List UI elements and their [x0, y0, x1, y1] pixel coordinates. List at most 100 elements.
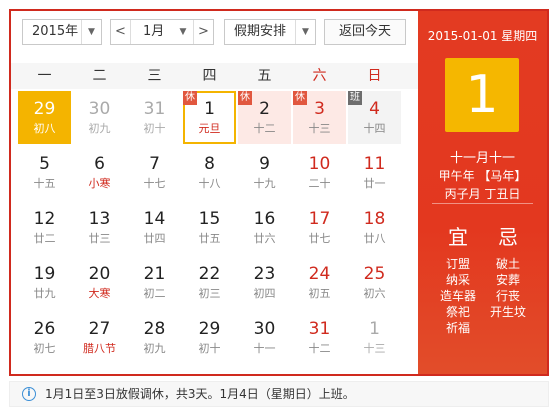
calendar-day-cell[interactable]: 6 小寒	[73, 146, 126, 199]
weekday-label: 四	[202, 68, 217, 84]
lunar-day: 廿三	[88, 232, 111, 245]
weekday-label: 二	[92, 68, 107, 84]
holiday-notice-text: 1月1日至3日放假调休，共3天。1月4日（星期日）上班。	[45, 387, 355, 401]
lunar-day: 初六	[363, 287, 386, 300]
calendar-week-row: 5 十五 6 小寒 7 十七 8 十八 9 十九 10 二十 11 廿一	[12, 146, 417, 201]
calendar-day-cell[interactable]: 20 大寒	[73, 256, 126, 309]
month-select[interactable]: < 1月 ▼ >	[110, 19, 214, 45]
big-day-number: 1	[445, 58, 519, 132]
lunar-day: 十四	[363, 122, 386, 135]
calendar-day-cell[interactable]: 17 廿七	[293, 201, 346, 254]
calendar-day-cell[interactable]: 19 廿九	[18, 256, 71, 309]
calendar-widget: 2015年 ▼ < 1月 ▼ > 假期安排 ▼ 返回今天 一 二 三 四 五 六 日 29 初…	[9, 9, 549, 376]
calendar-day-cell[interactable]: 班 4 十四	[348, 91, 401, 144]
calendar-day-cell[interactable]: 休 3 十三	[293, 91, 346, 144]
calendar-day-cell[interactable]: 11 廿一	[348, 146, 401, 199]
year-select[interactable]: 2015年 ▼	[22, 19, 102, 45]
calendar-day-cell[interactable]: 12 廿二	[18, 201, 71, 254]
calendar-week-row: 12 廿二 13 廿三 14 廿四 15 廿五 16 廿六 17 廿七 18 廿八	[12, 201, 417, 256]
lunar-day: 初九	[88, 122, 111, 135]
calendar-day-cell[interactable]: 31 十二	[293, 311, 346, 364]
selected-date-line: 2015-01-01 星期四	[427, 29, 538, 43]
lunar-day: 初十	[143, 122, 166, 135]
calendar-toolbar: 2015年 ▼ < 1月 ▼ > 假期安排 ▼ 返回今天	[11, 11, 418, 59]
calendar-day-cell[interactable]: 1 十三	[348, 311, 401, 364]
lunar-day: 廿四	[143, 232, 166, 245]
weekday-label: 五	[257, 68, 272, 84]
yi-item: 造车器	[439, 289, 476, 303]
ji-item: 破土	[495, 257, 520, 271]
calendar-day-cell[interactable]: 15 廿五	[183, 201, 236, 254]
calendar-main: 2015年 ▼ < 1月 ▼ > 假期安排 ▼ 返回今天 一 二 三 四 五 六 日 29 初…	[11, 11, 418, 374]
lunar-day: 廿一	[363, 177, 386, 190]
calendar-day-cell[interactable]: 30 十一	[238, 311, 291, 364]
calendar-day-cell[interactable]: 21 初二	[128, 256, 181, 309]
calendar-day-cell[interactable]: 10 二十	[293, 146, 346, 199]
calendar-day-cell[interactable]: 5 十五	[18, 146, 71, 199]
day-number: 30	[253, 319, 276, 339]
calendar-day-cell[interactable]: 25 初六	[348, 256, 401, 309]
chevron-down-icon: ▼	[295, 20, 315, 44]
day-number: 6	[94, 154, 105, 174]
divider	[432, 203, 533, 204]
day-number: 28	[143, 319, 166, 339]
day-number: 29	[198, 319, 221, 339]
calendar-day-cell[interactable]: 31 初十	[128, 91, 181, 144]
yi-item: 祭祀	[445, 305, 470, 319]
day-number: 15	[198, 209, 221, 229]
yi-item: 祈福	[445, 321, 470, 335]
calendar-day-cell[interactable]: 22 初三	[183, 256, 236, 309]
day-number: 13	[88, 209, 111, 229]
day-number: 31	[308, 319, 331, 339]
month-select-value: 1月	[143, 24, 165, 39]
holiday-badge: 休	[183, 91, 197, 105]
calendar-day-cell[interactable]: 28 初九	[128, 311, 181, 364]
calendar-day-cell[interactable]: 16 廿六	[238, 201, 291, 254]
prev-month-button[interactable]: <	[111, 20, 131, 44]
weekday-header: 一二三四五六日	[11, 63, 418, 89]
holiday-badge: 休	[293, 91, 307, 105]
day-number: 22	[198, 264, 221, 284]
calendar-day-cell[interactable]: 29 初八	[18, 91, 71, 144]
lunar-day: 初七	[33, 342, 56, 355]
calendar-day-cell[interactable]: 23 初四	[238, 256, 291, 309]
lunar-day: 廿七	[308, 232, 331, 245]
weekday-label: 六	[312, 68, 327, 84]
lunar-day: 十一	[253, 342, 276, 355]
calendar-day-cell[interactable]: 13 廿三	[73, 201, 126, 254]
back-to-today-button[interactable]: 返回今天	[324, 19, 406, 45]
day-number: 20	[88, 264, 111, 284]
calendar-week-row: 19 廿九 20 大寒 21 初二 22 初三 23 初四 24 初五 25 初六	[12, 256, 417, 311]
lunar-day: 廿九	[33, 287, 56, 300]
calendar-day-cell[interactable]: 8 十八	[183, 146, 236, 199]
calendar-day-cell[interactable]: 24 初五	[293, 256, 346, 309]
next-month-button[interactable]: >	[193, 20, 213, 44]
workday-badge: 班	[348, 91, 362, 105]
calendar-day-cell[interactable]: 29 初十	[183, 311, 236, 364]
lunar-day: 廿五	[198, 232, 221, 245]
lunar-day: 十二	[308, 342, 331, 355]
day-number: 7	[149, 154, 160, 174]
chevron-down-icon: ▼	[179, 27, 187, 37]
calendar-day-cell[interactable]: 14 廿四	[128, 201, 181, 254]
ji-item: 行丧	[495, 289, 520, 303]
lunar-day: 十五	[33, 177, 56, 190]
calendar-day-cell[interactable]: 9 十九	[238, 146, 291, 199]
calendar-day-cell[interactable]: 休 1 元旦	[183, 91, 236, 144]
holiday-select[interactable]: 假期安排 ▼	[224, 19, 316, 45]
day-number: 21	[143, 264, 166, 284]
calendar-day-cell[interactable]: 27 腊八节	[73, 311, 126, 364]
lunar-day: 初三	[198, 287, 221, 300]
lunar-day: 廿八	[363, 232, 386, 245]
calendar-day-cell[interactable]: 休 2 十二	[238, 91, 291, 144]
calendar-day-cell[interactable]: 30 初九	[73, 91, 126, 144]
calendar-day-cell[interactable]: 18 廿八	[348, 201, 401, 254]
ganzhi-month-day: 丙子月 丁丑日	[444, 187, 521, 201]
calendar-day-cell[interactable]: 26 初七	[18, 311, 71, 364]
day-number: 8	[204, 154, 215, 174]
chevron-down-icon: ▼	[81, 20, 101, 44]
calendar-day-cell[interactable]: 7 十七	[128, 146, 181, 199]
day-number: 12	[33, 209, 56, 229]
lunar-day: 十九	[253, 177, 276, 190]
day-number: 5	[39, 154, 50, 174]
